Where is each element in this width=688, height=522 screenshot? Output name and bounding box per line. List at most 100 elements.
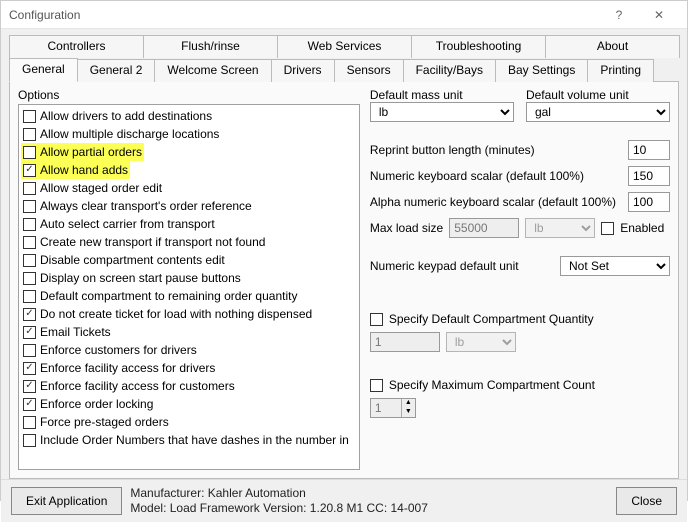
option-row[interactable]: Force pre-staged orders [21, 413, 357, 431]
option-row[interactable]: Allow multiple discharge locations [21, 125, 357, 143]
option-checkbox[interactable] [23, 182, 36, 195]
defqty-input [370, 332, 440, 352]
option-label: Email Tickets [40, 323, 111, 341]
tab-web-services[interactable]: Web Services [277, 35, 412, 58]
reprint-input[interactable] [628, 140, 670, 160]
manufacturer-label: Manufacturer: Kahler Automation [130, 486, 427, 501]
spinner-down-icon[interactable]: ▼ [402, 408, 415, 417]
option-row[interactable]: ✓ Allow hand adds [21, 161, 130, 179]
option-row[interactable]: Default compartment to remaining order q… [21, 287, 357, 305]
maxload-label: Max load size [370, 221, 443, 235]
tab-about[interactable]: About [545, 35, 680, 58]
tab-troubleshooting[interactable]: Troubleshooting [411, 35, 546, 58]
tab-row-1: ControllersFlush/rinseWeb ServicesTroubl… [9, 35, 679, 58]
alphakb-input[interactable] [628, 192, 670, 212]
help-icon[interactable]: ? [599, 1, 639, 29]
option-row[interactable]: Allow staged order edit [21, 179, 357, 197]
option-label: Allow drivers to add destinations [40, 107, 212, 125]
option-label: Disable compartment contents edit [40, 251, 225, 269]
tab-sensors[interactable]: Sensors [334, 59, 404, 82]
option-row[interactable]: Allow drivers to add destinations [21, 107, 357, 125]
option-label: Auto select carrier from transport [40, 215, 215, 233]
option-checkbox[interactable] [23, 200, 36, 213]
option-checkbox[interactable]: ✓ [23, 308, 36, 321]
option-checkbox[interactable] [23, 344, 36, 357]
exit-application-button[interactable]: Exit Application [11, 487, 122, 515]
footer-info: Manufacturer: Kahler Automation Model: L… [130, 486, 427, 516]
option-row[interactable]: ✓ Enforce order locking [21, 395, 357, 413]
mass-unit-select[interactable]: lb [370, 102, 514, 122]
maxcomp-input [371, 399, 401, 417]
option-checkbox[interactable] [23, 416, 36, 429]
spinner-up-icon[interactable]: ▲ [402, 399, 415, 408]
options-listbox[interactable]: Allow drivers to add destinationsAllow m… [18, 104, 360, 470]
option-row[interactable]: ✓ Enforce facility access for customers [21, 377, 357, 395]
tab-bay-settings[interactable]: Bay Settings [495, 59, 588, 82]
volume-unit-label: Default volume unit [526, 88, 670, 102]
option-row[interactable]: ✓ Email Tickets [21, 323, 357, 341]
maxcomp-label: Specify Maximum Compartment Count [389, 378, 595, 392]
tab-general[interactable]: General [9, 58, 78, 82]
tab-controllers[interactable]: Controllers [9, 35, 144, 58]
close-icon[interactable]: ✕ [639, 1, 679, 29]
close-button[interactable]: Close [616, 487, 677, 515]
option-row[interactable]: Disable compartment contents edit [21, 251, 357, 269]
reprint-label: Reprint button length (minutes) [370, 143, 535, 157]
keypad-label: Numeric keypad default unit [370, 259, 519, 273]
maxload-enabled-checkbox[interactable] [601, 222, 614, 235]
option-row[interactable]: ✓ Do not create ticket for load with noth… [21, 305, 357, 323]
tab-drivers[interactable]: Drivers [271, 59, 335, 82]
option-row[interactable]: Display on screen start pause buttons [21, 269, 357, 287]
titlebar: Configuration ? ✕ [1, 1, 687, 29]
option-row[interactable]: Create new transport if transport not fo… [21, 233, 357, 251]
option-label: Include Order Numbers that have dashes i… [40, 431, 349, 449]
tab-general-2[interactable]: General 2 [77, 59, 156, 82]
model-label: Model: Load Framework Version: 1.20.8 M1… [130, 501, 427, 516]
option-label: Default compartment to remaining order q… [40, 287, 297, 305]
option-checkbox[interactable] [23, 290, 36, 303]
maxload-enabled-label: Enabled [620, 221, 664, 235]
option-label: Enforce facility access for customers [40, 377, 235, 395]
option-label: Allow hand adds [40, 161, 128, 179]
option-checkbox[interactable] [23, 218, 36, 231]
option-row[interactable]: ✓ Enforce facility access for drivers [21, 359, 357, 377]
option-label: Enforce customers for drivers [40, 341, 197, 359]
option-checkbox[interactable]: ✓ [23, 398, 36, 411]
option-label: Do not create ticket for load with nothi… [40, 305, 312, 323]
tab-welcome-screen[interactable]: Welcome Screen [154, 59, 271, 82]
option-checkbox[interactable]: ✓ [23, 362, 36, 375]
tab-general-body: Options Allow drivers to add destination… [9, 81, 679, 479]
option-row[interactable]: Enforce customers for drivers [21, 341, 357, 359]
option-label: Enforce order locking [40, 395, 153, 413]
tab-flush-rinse[interactable]: Flush/rinse [143, 35, 278, 58]
option-checkbox[interactable]: ✓ [23, 326, 36, 339]
keypad-select[interactable]: Not Set [560, 256, 670, 276]
option-checkbox[interactable] [23, 434, 36, 447]
tab-facility-bays[interactable]: Facility/Bays [403, 59, 496, 82]
option-checkbox[interactable] [23, 272, 36, 285]
option-label: Allow staged order edit [40, 179, 162, 197]
tab-area: ControllersFlush/rinseWeb ServicesTroubl… [1, 29, 687, 479]
numkb-input[interactable] [628, 166, 670, 186]
defqty-unit-select: lb [446, 332, 516, 352]
option-row[interactable]: Include Order Numbers that have dashes i… [21, 431, 357, 449]
option-checkbox[interactable] [23, 236, 36, 249]
option-row[interactable]: Always clear transport's order reference [21, 197, 357, 215]
defqty-checkbox[interactable] [370, 313, 383, 326]
tab-row-2: GeneralGeneral 2Welcome ScreenDriversSen… [9, 58, 679, 82]
option-checkbox[interactable] [23, 254, 36, 267]
option-label: Enforce facility access for drivers [40, 359, 215, 377]
option-row[interactable]: Auto select carrier from transport [21, 215, 357, 233]
option-checkbox[interactable] [23, 110, 36, 123]
tab-printing[interactable]: Printing [587, 59, 654, 82]
option-checkbox[interactable] [23, 128, 36, 141]
option-checkbox[interactable]: ✓ [23, 380, 36, 393]
maxcomp-checkbox[interactable] [370, 379, 383, 392]
volume-unit-select[interactable]: gal [526, 102, 670, 122]
option-label: Always clear transport's order reference [40, 197, 252, 215]
option-row[interactable]: Allow partial orders [21, 143, 144, 161]
maxcomp-spinner[interactable]: ▲▼ [370, 398, 416, 418]
option-checkbox[interactable]: ✓ [23, 164, 36, 177]
option-checkbox[interactable] [23, 146, 36, 159]
config-window: Configuration ? ✕ ControllersFlush/rinse… [0, 0, 688, 501]
